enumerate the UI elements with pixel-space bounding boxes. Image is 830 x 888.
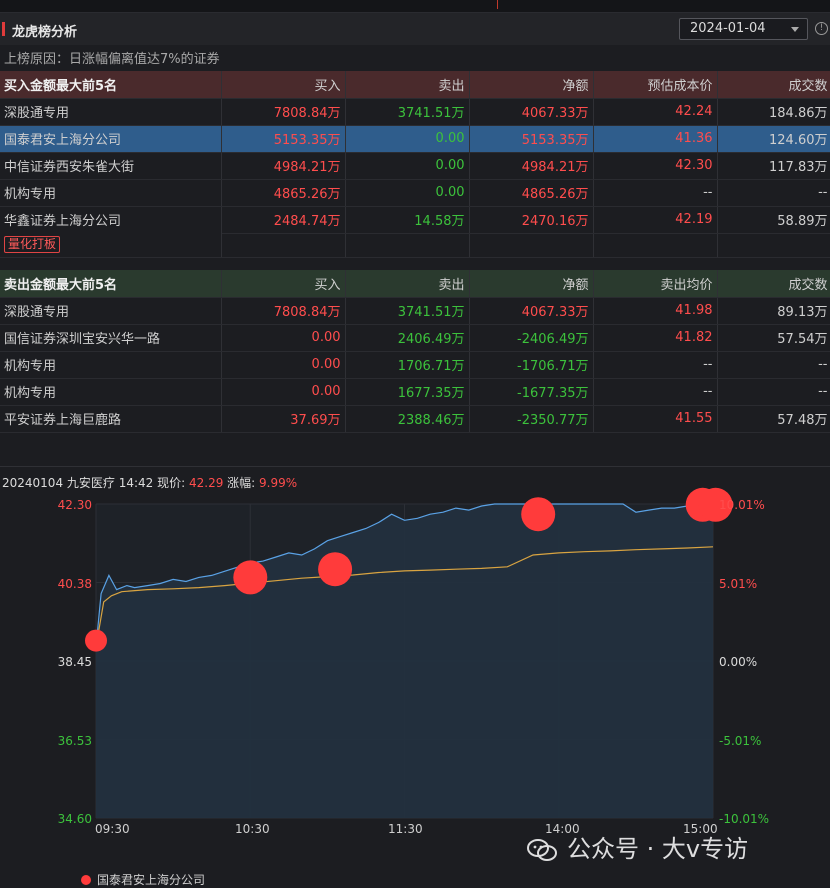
x-tick-label: 10:30 [235, 822, 270, 836]
y-tick-label: 40.38 [57, 577, 92, 591]
trade-marker [521, 497, 556, 532]
legend-dot-icon [81, 875, 91, 885]
watermark: 公众号 · 大v专访 [527, 829, 748, 864]
y-pct-tick-label: -10.01% [719, 812, 770, 826]
trade-marker [318, 552, 353, 587]
y-tick-label: 38.45 [57, 655, 92, 669]
trade-marker [85, 629, 107, 652]
y-tick-label: 34.60 [57, 812, 92, 826]
y-tick-label: 36.53 [57, 734, 92, 748]
y-pct-tick-label: 0.00% [719, 655, 758, 669]
trade-marker [233, 560, 268, 595]
watermark-text: 公众号 · 大v专访 [567, 835, 749, 863]
intraday-chart[interactable] [0, 0, 830, 888]
y-pct-tick-label: 10.01% [719, 498, 765, 512]
wechat-icon [527, 839, 557, 861]
y-tick-label: 42.30 [57, 498, 92, 512]
chart-legend[interactable]: 国泰君安上海分公司 [81, 871, 205, 888]
legend-label: 国泰君安上海分公司 [97, 873, 206, 887]
y-pct-tick-label: -5.01% [719, 734, 762, 748]
x-tick-label: 11:30 [388, 822, 423, 836]
x-tick-label: 09:30 [95, 822, 130, 836]
y-pct-tick-label: 5.01% [719, 577, 758, 591]
